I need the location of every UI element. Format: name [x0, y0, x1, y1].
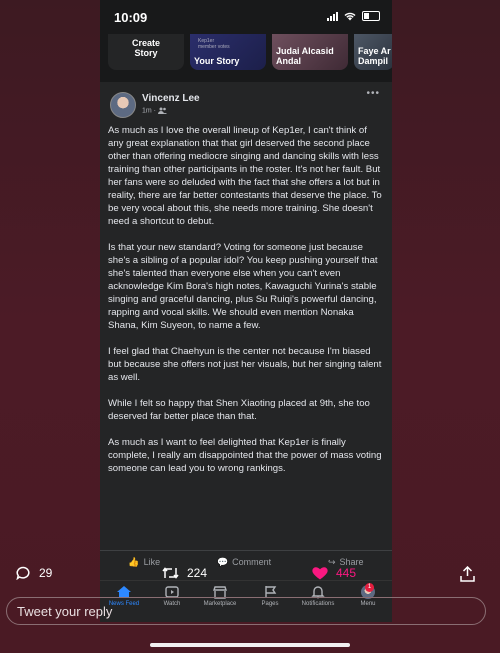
share-tweet-button[interactable]	[460, 566, 475, 582]
story-name: Judai Alcasid Andal	[276, 46, 334, 66]
story-card[interactable]: Faye Ar Dampil	[354, 34, 392, 70]
post-paragraph: While I felt so happy that Shen Xiaoting…	[108, 398, 370, 422]
post-body: As much as I love the overall lineup of …	[108, 124, 384, 488]
comment-icon: 💬	[216, 556, 229, 567]
post-paragraph: As much as I want to feel delighted that…	[108, 437, 382, 474]
your-story-caption: Kep1er member votes	[198, 38, 230, 50]
status-time: 10:09	[114, 10, 148, 25]
reply-placeholder: Tweet your reply	[17, 604, 113, 619]
comment-label: Comment	[232, 556, 272, 567]
heart-icon	[312, 567, 328, 580]
reply-input[interactable]: Tweet your reply	[6, 597, 486, 625]
tweet-actions: 29 224 445	[0, 566, 500, 586]
post-paragraph: I feel glad that Chaehyun is the center …	[108, 346, 382, 383]
signal-icon	[327, 11, 338, 21]
share-icon: ↪	[328, 556, 336, 567]
thumbs-up-icon: 👍	[128, 556, 140, 567]
wifi-icon	[344, 12, 356, 20]
retweet-count: 224	[187, 566, 208, 580]
like-count: 445	[336, 566, 357, 580]
status-bar: 10:09	[100, 0, 392, 34]
reply-button[interactable]: 29	[16, 566, 52, 580]
more-options-icon[interactable]: •••	[366, 88, 380, 99]
create-story-label: Create Story	[131, 38, 160, 58]
post-paragraph: As much as I love the overall lineup of …	[108, 125, 382, 227]
author-avatar[interactable]	[110, 92, 136, 118]
create-story-card[interactable]: Create Story	[108, 34, 184, 70]
story-card[interactable]: Judai Alcasid Andal	[272, 34, 348, 70]
share-label: Share	[339, 556, 364, 567]
reply-count: 29	[39, 566, 53, 580]
embedded-screenshot[interactable]: 10:09 Create Story Kep1er member votes Y…	[100, 0, 392, 622]
friends-icon	[157, 107, 167, 114]
your-story-label: Your Story	[194, 56, 240, 66]
your-story-card[interactable]: Kep1er member votes Your Story	[190, 34, 266, 70]
like-label: Like	[143, 556, 161, 567]
reply-icon	[16, 566, 30, 580]
retweet-button[interactable]: 224	[162, 566, 207, 580]
status-icons	[327, 11, 380, 21]
battery-icon	[362, 11, 380, 21]
author-name[interactable]: Vincenz Lee	[142, 93, 200, 104]
stories-row: Create Story Kep1er member votes Your St…	[108, 34, 392, 70]
facebook-post: Vincenz Lee 1m · ••• As much as I love t…	[100, 82, 392, 622]
retweet-icon	[162, 567, 179, 579]
post-meta: 1m ·	[142, 107, 167, 114]
post-time: 1m ·	[142, 107, 156, 115]
share-icon	[460, 566, 475, 582]
story-name: Faye Ar Dampil	[358, 46, 391, 66]
post-paragraph: Is that your new standard? Voting for so…	[108, 242, 378, 331]
home-indicator[interactable]	[150, 643, 350, 647]
like-tweet-button[interactable]: 445	[312, 566, 356, 580]
